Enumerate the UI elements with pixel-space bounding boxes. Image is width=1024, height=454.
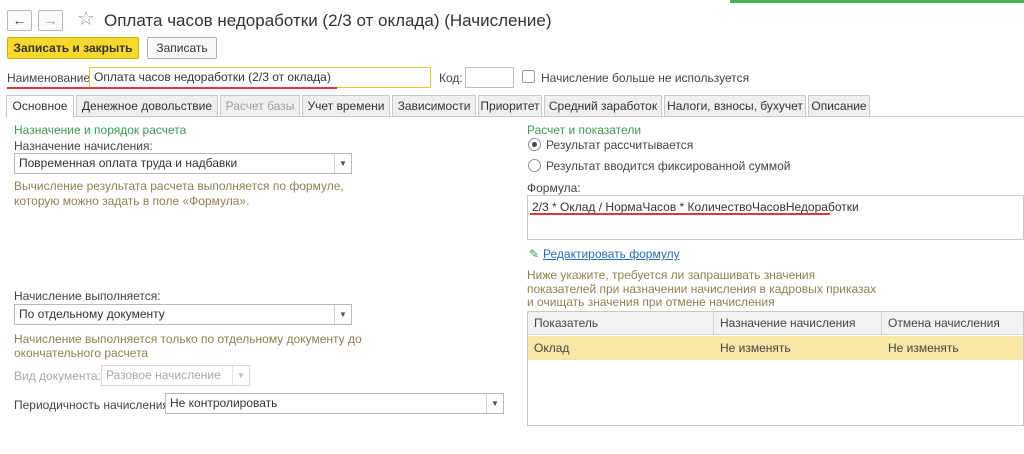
formula-red-underline <box>530 213 830 215</box>
cell-assignment[interactable]: Не изменять <box>714 336 791 360</box>
tab-taxes[interactable]: Налоги, взносы, бухучет <box>664 95 806 117</box>
page-title: Оплата часов недоработки (2/3 от оклада)… <box>104 11 552 30</box>
periodicity-select[interactable]: Не контролировать ▼ <box>165 393 504 414</box>
edit-formula-link[interactable]: Редактировать формулу <box>543 246 680 262</box>
tab-average-earnings[interactable]: Средний заработок <box>544 95 662 117</box>
arrow-left-icon: ← <box>12 12 27 28</box>
purpose-label: Назначение начисления: <box>14 139 153 153</box>
radio-calculated-label: Результат рассчитывается <box>546 138 694 152</box>
radio-calculated[interactable] <box>528 138 541 151</box>
purpose-hint-line-2: которую можно задать в поле «Формула». <box>14 194 250 208</box>
periodicity-label: Периодичность начисления: <box>14 398 173 412</box>
performed-select[interactable]: По отдельному документу ▼ <box>14 304 352 325</box>
indicators-table: Показатель Назначение начисления Отмена … <box>527 311 1024 426</box>
radio-fixed-label: Результат вводится фиксированной суммой <box>546 159 791 173</box>
formula-label: Формула: <box>527 181 581 195</box>
top-accent-line <box>730 0 1024 3</box>
performed-hint-line-2: окончательного расчета <box>14 346 149 360</box>
tab-dependencies[interactable]: Зависимости <box>392 95 476 117</box>
purpose-select-value: Повременная оплата труда и надбавки <box>19 156 238 170</box>
column-header-assignment[interactable]: Назначение начисления <box>714 312 856 335</box>
tab-priority[interactable]: Приоритет <box>478 95 542 117</box>
purpose-section-title: Назначение и порядок расчета <box>14 123 187 137</box>
indicators-hint-line-3: и очищать значения при отмене начисления <box>527 295 775 309</box>
tab-main[interactable]: Основное <box>6 95 74 118</box>
performed-select-value: По отдельному документу <box>19 307 165 321</box>
tab-divider <box>6 116 1024 117</box>
tab-base-calculation[interactable]: Расчет базы <box>220 95 300 117</box>
purpose-select[interactable]: Повременная оплата труда и надбавки ▼ <box>14 153 352 174</box>
name-input[interactable]: Оплата часов недоработки (2/3 от оклада) <box>89 67 431 88</box>
performed-label: Начисление выполняется: <box>14 289 161 303</box>
calc-section-title: Расчет и показатели <box>527 123 642 137</box>
code-label: Код: <box>439 71 463 85</box>
chevron-down-icon[interactable]: ▼ <box>232 366 249 385</box>
chevron-down-icon[interactable]: ▼ <box>486 394 503 413</box>
cell-indicator[interactable]: Оклад <box>528 336 569 360</box>
purpose-hint-line-1: Вычисление результата расчета выполняетс… <box>14 179 344 193</box>
tab-time-tracking[interactable]: Учет времени <box>302 95 390 117</box>
tab-monetary-allowance[interactable]: Денежное довольствие <box>76 95 218 117</box>
column-header-indicator[interactable]: Показатель <box>528 312 598 335</box>
doc-type-select-value: Разовое начисление <box>106 368 221 382</box>
save-and-close-button[interactable]: Записать и закрыть <box>7 37 139 59</box>
periodicity-select-value: Не контролировать <box>170 396 278 410</box>
forward-button[interactable]: → <box>38 10 63 31</box>
red-underline <box>7 87 337 89</box>
radio-fixed[interactable] <box>528 159 541 172</box>
chevron-down-icon[interactable]: ▼ <box>334 154 351 173</box>
doc-type-label: Вид документа: <box>14 369 101 383</box>
cell-cancellation[interactable]: Не изменять <box>882 336 959 360</box>
name-label: Наименование: <box>7 71 94 85</box>
chevron-down-icon[interactable]: ▼ <box>334 305 351 324</box>
arrow-right-icon: → <box>43 12 58 28</box>
save-button[interactable]: Записать <box>147 37 217 59</box>
back-button[interactable]: ← <box>7 10 32 31</box>
table-row[interactable]: Оклад Не изменять Не изменять <box>528 336 1023 360</box>
column-header-cancellation[interactable]: Отмена начисления <box>882 312 1000 335</box>
doc-type-select[interactable]: Разовое начисление ▼ <box>101 365 250 386</box>
star-icon[interactable]: ☆ <box>77 7 95 31</box>
tab-description[interactable]: Описание <box>808 95 870 117</box>
code-input[interactable] <box>465 67 514 88</box>
not-used-label: Начисление больше не используется <box>541 71 750 85</box>
not-used-checkbox[interactable] <box>522 70 535 83</box>
formula-input[interactable]: 2/3 * Оклад / НормаЧасов * КоличествоЧас… <box>527 195 1024 240</box>
pencil-icon: ✎ <box>529 247 540 261</box>
